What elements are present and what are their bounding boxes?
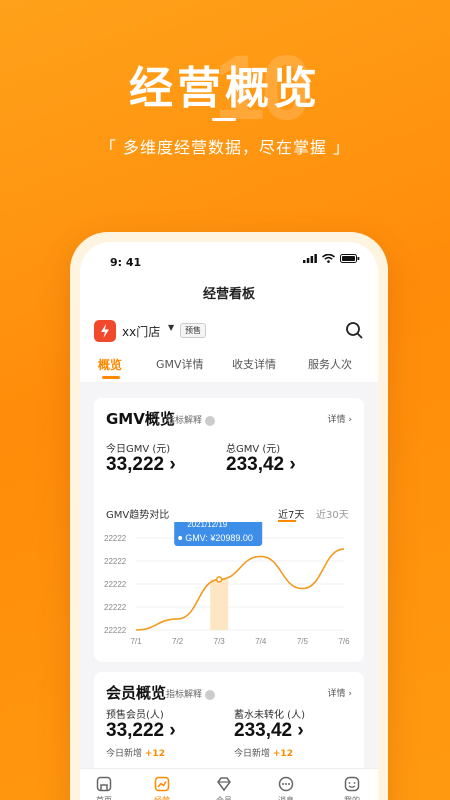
tooltip-dot (178, 536, 183, 540)
info-icon (205, 689, 216, 700)
gmv-card-title: GMV概览 (106, 410, 175, 428)
store-logo-icon (94, 320, 116, 342)
gmv-metric-hint[interactable]: 指标解释 (166, 413, 216, 426)
member-metric-hint[interactable]: 指标解释 (166, 687, 216, 700)
gmv-trend-title: GMV趋势对比 (106, 510, 170, 521)
hero-subtitle: 「 多维度经营数据，尽在掌握 」 (99, 138, 351, 157)
tabbar-home[interactable]: 首页 (84, 775, 124, 800)
tooltip-value: GMV: ¥20989.00 (185, 533, 253, 543)
total-gmv-label: 总GMV (元) (226, 444, 281, 455)
status-bar: 9: 41 (80, 242, 378, 278)
info-icon (205, 415, 216, 426)
tabbar-label: 经营 (154, 796, 170, 800)
tooltip-date: 2021/12/19 (187, 522, 228, 529)
unconverted-label: 蓄水未转化 (人) (234, 710, 305, 721)
chart-icon (154, 776, 170, 792)
gmv-overview-card: GMV概览 指标解释 详情 › 今日GMV (元) 33,222 › 总GMV … (94, 398, 364, 662)
tabbar-label: 我的 (344, 796, 360, 800)
battery-icon (340, 254, 360, 263)
y-tick-label: 22222 (104, 557, 127, 566)
tabbar-label: 首页 (96, 796, 112, 800)
highlight-point (215, 576, 223, 583)
hero-title: 经营概览 (129, 63, 321, 114)
profile-icon (344, 776, 360, 792)
phone-screen: 9: 41 经营看板 xx门店 ▼ 预售 概览 GMV详情 收支详情 服务人次 … (80, 242, 378, 800)
member-detail-link[interactable]: 详情 › (328, 686, 352, 699)
range-7-days[interactable]: 近7天 (278, 506, 304, 521)
today-new-count: +12 (272, 749, 293, 759)
tabbar-label: 会员 (216, 796, 232, 800)
today-new-count: +12 (144, 749, 165, 759)
hint-label: 指标解释 (166, 690, 203, 700)
x-tick-label: 7/5 (297, 637, 309, 646)
phone-frame: 9: 41 经营看板 xx门店 ▼ 预售 概览 GMV详情 收支详情 服务人次 … (70, 232, 388, 800)
presale-member-value[interactable]: 33,222 › (106, 720, 176, 742)
home-icon (96, 776, 112, 792)
tab-overview[interactable]: 概览 (98, 356, 122, 373)
x-tick-label: 7/3 (214, 637, 226, 646)
unconverted-today-new: 今日新增 +12 (234, 746, 293, 759)
message-icon (278, 776, 294, 792)
y-tick-label: 22222 (104, 603, 127, 612)
status-icons (303, 254, 360, 263)
tabbar-profile[interactable]: 我的 (332, 775, 372, 800)
y-tick-label: 22222 (104, 580, 127, 589)
status-time: 9: 41 (110, 256, 142, 269)
presale-member-label: 预售会员(人) (106, 710, 164, 721)
today-gmv-value[interactable]: 33,222 › (106, 454, 176, 476)
diamond-icon (217, 777, 231, 792)
wifi-icon (322, 254, 335, 263)
range-30-days[interactable]: 近30天 (316, 506, 349, 521)
store-selector[interactable]: xx门店 (122, 323, 160, 340)
highlight-band (210, 579, 229, 630)
page-title: 经营看板 (80, 278, 378, 312)
bottom-tab-bar: 首页 经营 会员 消息 我的 (80, 768, 378, 800)
tabbar-member[interactable]: 会员 (204, 775, 244, 800)
y-tick-label: 22222 (104, 534, 127, 543)
tab-income-expense[interactable]: 收支详情 (232, 356, 276, 372)
tab-bar: 概览 GMV详情 收支详情 服务人次 (80, 346, 378, 382)
member-card-title: 会员概览 (106, 684, 167, 702)
tab-gmv-detail[interactable]: GMV详情 (156, 356, 204, 372)
unconverted-value[interactable]: 233,42 › (234, 720, 304, 742)
tabbar-business[interactable]: 经营 (142, 775, 182, 800)
hero-divider (212, 118, 236, 121)
store-tag: 预售 (180, 323, 206, 338)
active-tab-indicator (102, 376, 120, 379)
x-tick-label: 7/1 (130, 637, 142, 646)
gmv-detail-link[interactable]: 详情 › (328, 412, 352, 425)
member-overview-card: 会员概览 指标解释 详情 › 预售会员(人) 33,222 › 今日新增 +12… (94, 672, 364, 772)
store-bar: xx门店 ▼ 预售 (80, 312, 378, 346)
total-gmv-value[interactable]: 233,42 › (226, 454, 296, 476)
tabbar-label: 消息 (278, 796, 294, 800)
presale-today-new: 今日新增 +12 (106, 746, 165, 759)
today-gmv-label: 今日GMV (元) (106, 444, 171, 455)
caret-down-icon[interactable]: ▼ (168, 323, 174, 332)
x-tick-label: 7/2 (172, 637, 184, 646)
signal-icon (303, 254, 317, 263)
tabbar-message[interactable]: 消息 (266, 775, 306, 800)
x-tick-label: 7/4 (255, 637, 267, 646)
search-icon[interactable] (344, 320, 364, 340)
today-new-label: 今日新增 (234, 749, 271, 759)
tab-service-count[interactable]: 服务人次 (308, 356, 352, 372)
hint-label: 指标解释 (166, 416, 203, 426)
today-new-label: 今日新增 (106, 749, 143, 759)
y-tick-label: 22222 (104, 626, 127, 635)
x-tick-label: 7/6 (338, 637, 350, 646)
gmv-trend-chart[interactable]: 22222222222222222222222227/1 7/2 7/3 7/4 7/5… (94, 522, 364, 658)
